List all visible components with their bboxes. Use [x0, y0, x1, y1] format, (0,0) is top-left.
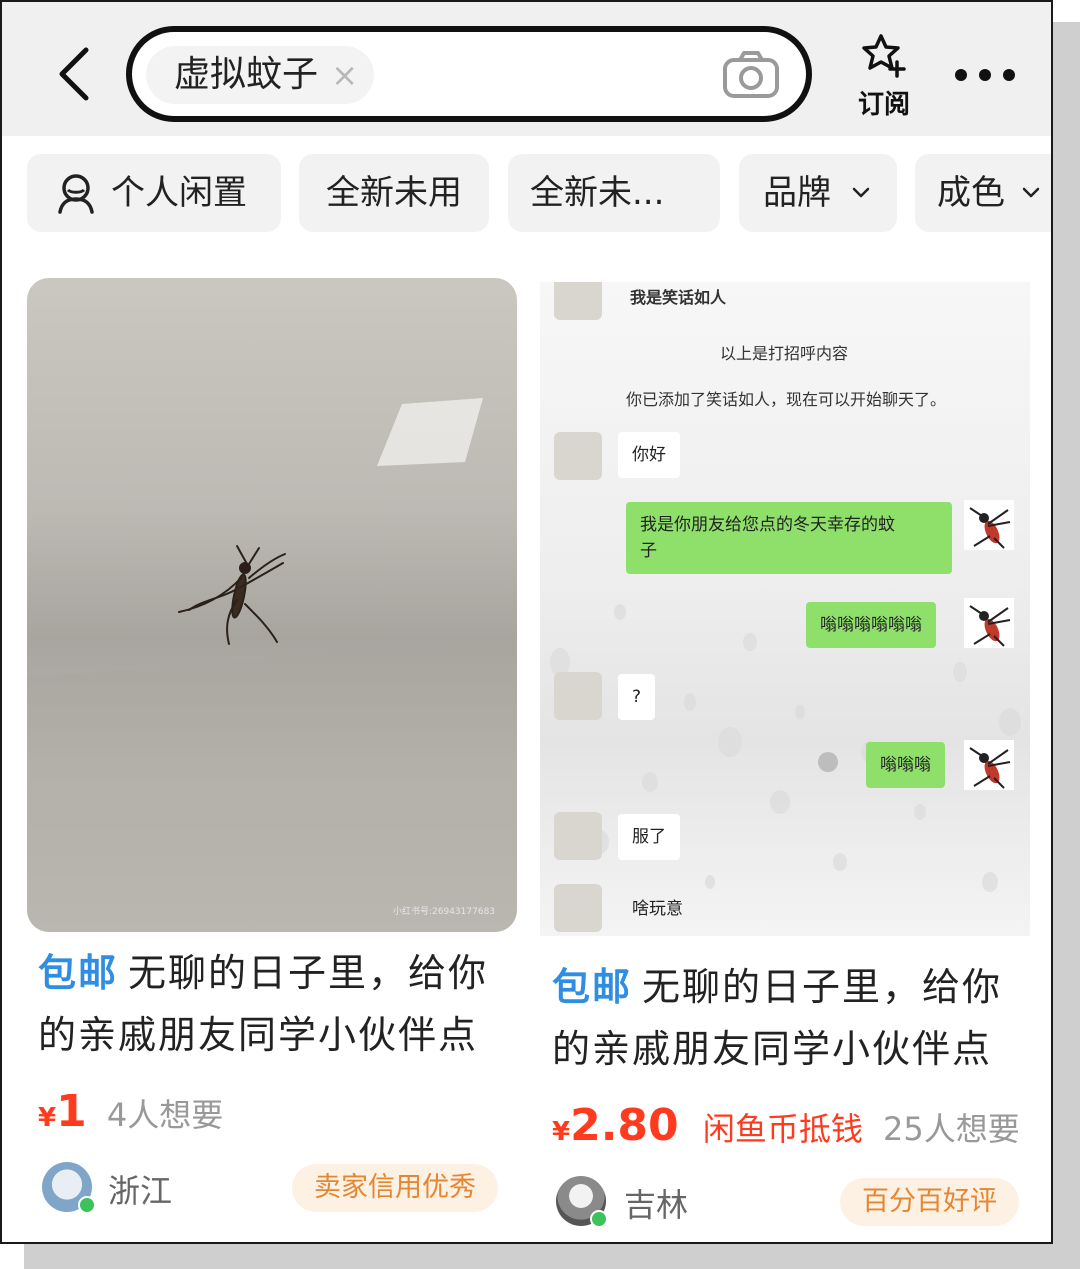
contact-avatar: [554, 884, 602, 932]
image-watermark: 小红书号:26943177683: [393, 907, 496, 917]
price-row: ¥2.80 闲鱼币抵钱 25人想要: [552, 1100, 1020, 1151]
chat-notice: 你已添加了笑话如人，现在可以开始聊天了。: [626, 390, 947, 409]
search-query-text: 虚拟蚊子: [174, 54, 319, 95]
search-query-chip[interactable]: 虚拟蚊子 ×: [146, 46, 375, 104]
filter-label: 品牌: [763, 173, 831, 213]
free-shipping-tag: 包邮: [38, 951, 119, 995]
price-row: ¥1 4人想要: [38, 1086, 223, 1137]
more-dots-icon[interactable]: [952, 60, 1018, 90]
chat-message-left: 你好: [618, 432, 680, 478]
online-status-dot: [78, 1196, 96, 1214]
filter-brand-new-2[interactable]: 全新未...: [508, 154, 720, 232]
wants-count: 4人想要: [106, 1096, 224, 1134]
chat-message-right: 我是你朋友给您点的冬天幸存的蚊子: [626, 502, 952, 574]
screenshot-frame: 虚拟蚊子 × 订阅 个人闲置 全新未用 全新未... 品牌 成色 小红书号:26…: [0, 0, 1053, 1244]
title-line-2: 的亲戚朋友同学小伙伴点: [38, 1013, 479, 1057]
title-line-2: 的亲戚朋友同学小伙伴点: [552, 1027, 993, 1071]
coin-discount-label: 闲鱼币抵钱: [702, 1110, 863, 1148]
person-icon: [58, 174, 94, 214]
star-plus-icon: [862, 34, 906, 78]
title-line-1: 无聊的日子里，给你: [642, 965, 1003, 1009]
filter-personal[interactable]: 个人闲置: [27, 154, 281, 232]
subscribe-label: 订阅: [857, 90, 910, 120]
chevron-down-icon: [1022, 187, 1040, 198]
contact-avatar: [554, 812, 602, 860]
seller-location: 浙江: [108, 1172, 173, 1210]
chat-message-left: 啥玩意: [632, 899, 683, 919]
camera-icon[interactable]: [722, 50, 780, 100]
free-shipping-tag: 包邮: [552, 965, 633, 1009]
filter-brand-new[interactable]: 全新未用: [299, 154, 489, 232]
chat-message-left: 服了: [618, 814, 680, 860]
contact-avatar: [554, 282, 602, 320]
search-input[interactable]: 虚拟蚊子 ×: [126, 26, 812, 122]
chat-message-right: 嗡嗡嗡嗡嗡嗡: [806, 602, 936, 648]
chat-message-left: ?: [618, 674, 656, 720]
chat-top-text: 我是笑话如人: [630, 288, 727, 307]
top-bar: 虚拟蚊子 × 订阅: [2, 2, 1051, 136]
filter-brand[interactable]: 品牌: [739, 154, 897, 232]
contact-avatar: [554, 672, 602, 720]
seller-credit-badge: 卖家信用优秀: [292, 1164, 498, 1212]
subscribe-button[interactable]: 订阅: [850, 32, 918, 121]
chat-message-right: 嗡嗡嗡: [866, 742, 945, 788]
product-image-chat[interactable]: 我是笑话如人 以上是打招呼内容 你已添加了笑话如人，现在可以开始聊天了。 你好 …: [540, 282, 1030, 936]
chevron-down-icon: [852, 187, 870, 198]
filter-bar: 个人闲置 全新未用 全新未... 品牌 成色: [2, 136, 1051, 252]
mosquito-avatar: [964, 500, 1014, 550]
product-title[interactable]: 包邮 无聊的日子里，给你 的亲戚朋友同学小伙伴点: [38, 942, 508, 1066]
product-image-mosquito[interactable]: 小红书号:26943177683: [27, 278, 517, 932]
mosquito-avatar: [964, 598, 1014, 648]
chevron-left-icon[interactable]: [52, 44, 102, 104]
online-status-dot: [590, 1210, 608, 1228]
wants-count: 25人想要: [883, 1110, 1020, 1148]
filter-condition[interactable]: 成色: [915, 154, 1051, 232]
seller-rating-badge: 百分百好评: [840, 1178, 1019, 1226]
filter-label: 全新未...: [530, 173, 665, 213]
filter-label: 全新未用: [326, 173, 462, 213]
contact-avatar: [554, 432, 602, 480]
clear-icon[interactable]: ×: [331, 46, 358, 104]
mosquito-avatar: [964, 740, 1014, 790]
product-title[interactable]: 包邮 无聊的日子里，给你 的亲戚朋友同学小伙伴点: [552, 956, 1022, 1080]
price: ¥2.80: [552, 1100, 679, 1151]
filter-label: 个人闲置: [111, 173, 247, 213]
seller-location: 吉林: [624, 1186, 689, 1224]
price: ¥1: [38, 1086, 87, 1137]
filter-label: 成色: [937, 173, 1005, 213]
title-line-1: 无聊的日子里，给你: [128, 951, 489, 995]
chat-notice: 以上是打招呼内容: [720, 344, 849, 363]
sending-indicator: [818, 752, 838, 772]
